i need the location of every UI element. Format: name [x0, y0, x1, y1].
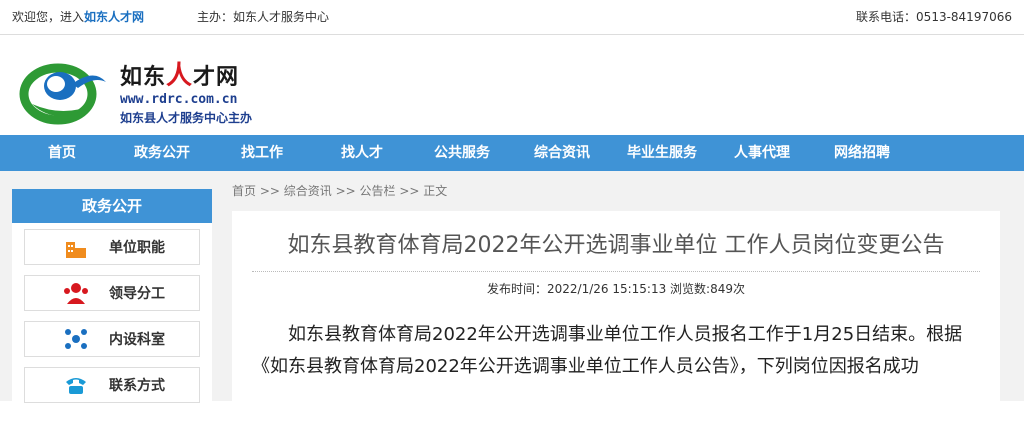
- sidebar-title: 政务公开: [12, 189, 212, 223]
- nav-item-home[interactable]: 首页: [12, 135, 112, 171]
- nav-item-graduate[interactable]: 毕业生服务: [612, 135, 712, 171]
- nav-item-gov-affairs[interactable]: 政务公开: [112, 135, 212, 171]
- logo-name: 如东人才网: [120, 60, 240, 91]
- welcome-text: 欢迎您，进入如东人才网: [12, 0, 144, 34]
- sidebar-list: 单位职能 领导分工 内设科室 联系方式: [12, 223, 212, 447]
- article: 如东县教育体育局2022年公开选调事业单位 工作人员岗位变更公告 发布时间：20…: [232, 211, 1000, 411]
- building-icon: [63, 236, 89, 258]
- site-logo[interactable]: 如东人才网 www.rdrc.com.cn 如东县人才服务中心主办: [14, 49, 272, 131]
- sidebar-item-departments[interactable]: 内设科室: [24, 321, 200, 357]
- nav-item-find-talent[interactable]: 找人才: [312, 135, 412, 171]
- welcome-prefix: 欢迎您，进入: [12, 10, 85, 24]
- sidebar-item-label: 内设科室: [109, 332, 165, 348]
- nav-item-hr-agency[interactable]: 人事代理: [712, 135, 812, 171]
- sidebar-item-label: 单位职能: [109, 240, 165, 256]
- article-body: 如东县教育体育局2022年公开选调事业单位工作人员报名工作于1月25日结束。根据…: [252, 324, 963, 377]
- site-home-link[interactable]: 如东人才网: [84, 10, 144, 24]
- sidebar-item-unit-functions[interactable]: 单位职能: [24, 229, 200, 265]
- sidebar-item-label: 领导分工: [109, 286, 165, 302]
- logo-emblem-icon: [14, 54, 110, 126]
- people-icon: [63, 282, 89, 304]
- breadcrumb-separator: >>: [256, 184, 284, 198]
- breadcrumb-current: 正文: [423, 184, 448, 198]
- host-text: 主办：如东人才服务中心: [197, 10, 330, 24]
- logo-url: www.rdrc.com.cn: [120, 91, 238, 107]
- article-title: 如东县教育体育局2022年公开选调事业单位 工作人员岗位变更公告: [252, 211, 980, 272]
- breadcrumb-news[interactable]: 综合资讯: [284, 184, 332, 198]
- sidebar-item-contact[interactable]: 联系方式: [24, 367, 200, 403]
- nav-item-news[interactable]: 综合资讯: [512, 135, 612, 171]
- breadcrumb-home[interactable]: 首页: [232, 184, 256, 198]
- logo-subtitle: 如东县人才服务中心主办: [120, 110, 253, 125]
- header: 如东人才网 www.rdrc.com.cn 如东县人才服务中心主办: [0, 35, 1024, 135]
- sidebar-item-label: 联系方式: [109, 378, 165, 394]
- breadcrumb-separator: >>: [395, 184, 424, 198]
- nav-item-find-job[interactable]: 找工作: [212, 135, 312, 171]
- contact-phone: 联系电话：0513-84197066: [856, 10, 1012, 24]
- phone-icon: [63, 374, 89, 396]
- main-area: 政务公开 单位职能 领导分工 内设科室 联系方式 首页 >> 综合资讯 >> 公…: [0, 171, 1024, 447]
- content-area: 首页 >> 综合资讯 >> 公告栏 >> 正文 如东县教育体育局2022年公开选…: [232, 171, 1000, 411]
- breadcrumb: 首页 >> 综合资讯 >> 公告栏 >> 正文: [232, 171, 1000, 211]
- nav-item-public-service[interactable]: 公共服务: [412, 135, 512, 171]
- sidebar-item-leadership[interactable]: 领导分工: [24, 275, 200, 311]
- logo-text: 如东人才网 www.rdrc.com.cn 如东县人才服务中心主办: [120, 55, 252, 126]
- article-meta: 发布时间：2022/1/26 15:15:13 浏览数:849次: [486, 282, 745, 296]
- breadcrumb-separator: >>: [331, 184, 360, 198]
- main-nav: 首页 政务公开 找工作 找人才 公共服务 综合资讯 毕业生服务 人事代理 网络招…: [0, 135, 1024, 171]
- org-chart-icon: [63, 328, 89, 350]
- sidebar: 政务公开 单位职能 领导分工 内设科室 联系方式: [12, 189, 212, 447]
- breadcrumb-notices[interactable]: 公告栏: [360, 184, 396, 198]
- top-bar: 欢迎您，进入如东人才网 主办：如东人才服务中心 联系电话：0513-841970…: [0, 0, 1024, 35]
- nav-item-online-recruit[interactable]: 网络招聘: [812, 135, 912, 171]
